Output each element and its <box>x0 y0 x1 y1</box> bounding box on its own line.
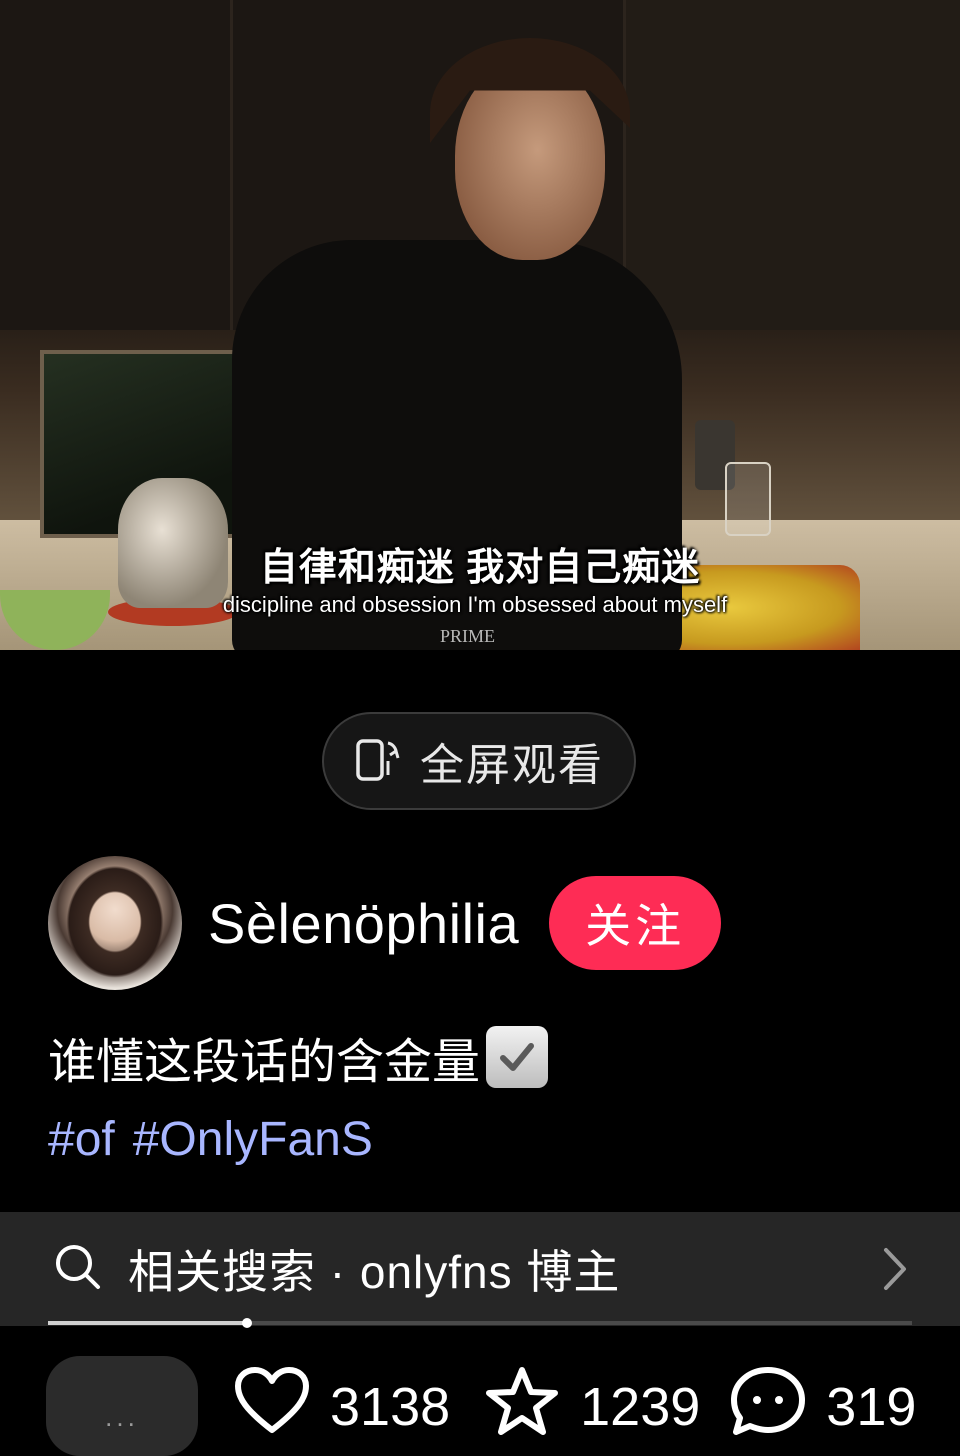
favorite-button[interactable]: 1239 <box>484 1366 700 1441</box>
fullscreen-watch-button[interactable]: 全屏观看 <box>322 712 636 810</box>
video-player[interactable]: 自律和痴迷 我对自己痴迷 discipline and obsession I'… <box>0 0 960 650</box>
heart-icon <box>234 1366 310 1441</box>
chevron-right-icon <box>880 1246 910 1297</box>
action-stats: 3138 1239 319 <box>234 1366 916 1441</box>
subtitle-english: discipline and obsession I'm obsessed ab… <box>222 592 728 617</box>
video-watermark: PRIME <box>439 626 495 646</box>
video-progress-bar[interactable] <box>48 1318 912 1328</box>
avatar[interactable] <box>48 856 182 990</box>
hashtag-list: #of #OnlyFanS <box>48 1112 373 1167</box>
hashtag-link[interactable]: #OnlyFanS <box>133 1112 373 1167</box>
subtitle-chinese: 自律和痴迷 我对自己痴迷 <box>259 547 701 589</box>
follow-button[interactable]: 关注 <box>549 876 722 970</box>
caption-text: 谁懂这段话的含金量 <box>48 1036 481 1089</box>
search-icon <box>52 1241 104 1298</box>
comment-input[interactable]: ... <box>46 1356 198 1456</box>
fullscreen-label: 全屏观看 <box>420 741 604 790</box>
comment-button[interactable]: 319 <box>730 1366 916 1441</box>
cabinet-right <box>626 0 960 330</box>
related-search-bar[interactable]: 相关搜索 · onlyfns 博主 <box>0 1212 960 1326</box>
author-username[interactable]: Sèlenöphilia <box>208 891 519 956</box>
glass-jar <box>725 462 771 536</box>
post-caption: 谁懂这段话的含金量 <box>48 1022 549 1092</box>
progress-scrubber[interactable] <box>241 1318 252 1328</box>
hashtag-link[interactable]: #of <box>48 1112 115 1167</box>
rotate-phone-icon <box>354 735 402 788</box>
comment-bubble-icon <box>730 1366 806 1441</box>
related-search-label: 相关搜索 · onlyfns 博主 <box>128 1246 621 1298</box>
check-mark-button-icon <box>486 1026 549 1088</box>
author-row: Sèlenöphilia 关注 <box>48 856 722 990</box>
comment-placeholder: ... <box>105 1402 139 1432</box>
progress-fill <box>48 1321 247 1325</box>
star-icon <box>484 1366 560 1441</box>
cabinet-left <box>0 0 233 330</box>
follow-label: 关注 <box>585 900 686 952</box>
like-button[interactable]: 3138 <box>234 1366 450 1441</box>
